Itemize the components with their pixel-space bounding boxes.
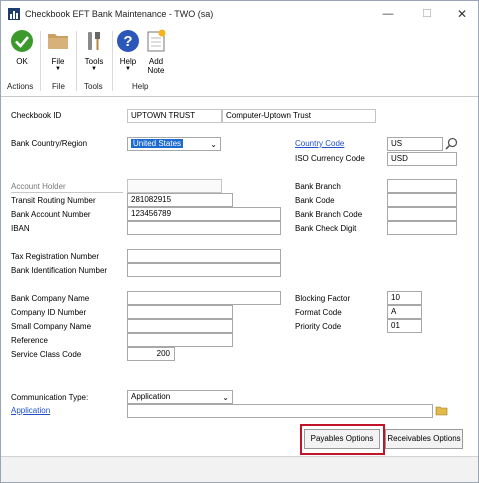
reference-field[interactable] [127,333,233,347]
bank-company-name-field[interactable] [127,291,281,305]
ribbon-toolbar: OK File ▼ Tools ▼ ? Help ▼ Add Note Acti… [1,27,478,97]
folder-browse-icon[interactable] [435,404,448,417]
small-company-name-label: Small Company Name [11,322,92,331]
priority-code-label: Priority Code [295,322,342,331]
tools-icon [88,32,100,50]
svg-text:?: ? [123,33,132,50]
tools-button[interactable]: Tools ▼ [79,29,109,73]
application-field[interactable] [127,404,433,418]
bank-account-label: Bank Account Number [11,210,91,219]
communication-type-select[interactable]: Application ⌄ [127,390,233,404]
help-button[interactable]: ? Help ▼ [114,29,142,73]
company-id-field[interactable] [127,305,233,319]
minimize-button[interactable]: — [373,5,403,23]
help-label: Help [119,57,137,66]
bank-country-value: United States [131,139,184,148]
close-button[interactable]: ✕ [447,5,477,23]
group-label-tools: Tools [84,82,103,91]
communication-type-label: Communication Type: [11,393,89,402]
note-icon [147,29,166,52]
transit-routing-field[interactable]: 281082915 [127,193,233,207]
bank-check-digit-field[interactable] [387,221,457,235]
group-label-actions: Actions [7,82,34,91]
priority-code-field[interactable]: 01 [387,319,422,333]
company-id-label: Company ID Number [11,308,87,317]
file-label: File [51,57,65,66]
bank-branch-code-label: Bank Branch Code [295,210,363,219]
checkmark-icon [11,30,33,52]
window-title: Checkbook EFT Bank Maintenance - TWO (sa… [25,9,214,19]
country-code-link[interactable]: Country Code [295,139,344,149]
application-link[interactable]: Application [11,406,50,416]
country-code-field[interactable]: US [387,137,443,151]
service-class-code-field[interactable]: 200 [127,347,175,361]
format-code-label: Format Code [295,308,342,317]
ribbon-separator [112,31,113,91]
file-button[interactable]: File ▼ [43,29,73,73]
folder-icon [48,34,68,49]
ok-label: OK [16,57,28,66]
eft-bank-maintenance-window: Checkbook EFT Bank Maintenance - TWO (sa… [0,0,479,483]
service-class-code-label: Service Class Code [11,350,82,359]
tax-registration-label: Tax Registration Number [11,252,100,261]
app-chart-icon [8,8,20,20]
receivables-options-button[interactable]: Receivables Options [385,429,463,449]
bank-country-label: Bank Country/Region [11,139,88,148]
checkbook-id-field[interactable]: UPTOWN TRUST [127,109,222,123]
ribbon-separator [76,31,77,91]
lookup-magnifier-icon[interactable] [445,137,458,150]
communication-type-value: Application [131,392,171,401]
format-code-field[interactable]: A [387,305,422,319]
chevron-down-icon: ⌄ [222,393,229,402]
reference-label: Reference [11,336,48,345]
bank-company-name-label: Bank Company Name [11,294,90,303]
bank-check-digit-label: Bank Check Digit [295,224,357,233]
checkbook-id-label: Checkbook ID [11,111,62,120]
iso-currency-field[interactable]: USD [387,152,457,166]
bank-code-field[interactable] [387,193,457,207]
form-body: Checkbook ID UPTOWN TRUST Computer-Uptow… [1,98,478,455]
tools-caret-icon: ▼ [91,66,97,72]
chevron-down-icon: ⌄ [210,140,217,149]
status-bar [1,456,478,482]
group-label-help: Help [132,82,149,91]
help-caret-icon: ▼ [125,66,131,72]
ribbon-separator [40,31,41,91]
ok-button[interactable]: OK [7,29,37,66]
bank-identification-label: Bank Identification Number [11,266,108,275]
tools-label: Tools [84,57,104,66]
small-company-name-field[interactable] [127,319,233,333]
blocking-factor-field[interactable]: 10 [387,291,422,305]
bank-branch-code-field[interactable] [387,207,457,221]
group-label-file: File [52,82,65,91]
help-icon: ? [117,30,139,52]
bank-identification-field[interactable] [127,263,281,277]
account-holder-label: Account Holder [11,182,66,191]
maximize-button[interactable]: ☐ [412,5,442,23]
bank-account-field[interactable]: 123456789 [127,207,281,221]
highlight-box [300,424,385,455]
file-caret-icon: ▼ [55,66,61,72]
transit-routing-label: Transit Routing Number [11,196,96,205]
add-label: Add [148,57,164,66]
iban-label: IBAN [11,224,30,233]
tax-registration-field[interactable] [127,249,281,263]
checkbook-description-field: Computer-Uptown Trust [222,109,376,123]
bank-country-select[interactable]: United States ⌄ [127,137,221,151]
iban-field[interactable] [127,221,281,235]
bank-branch-label: Bank Branch [295,182,341,191]
bank-code-label: Bank Code [295,196,335,205]
blocking-factor-label: Blocking Factor [295,294,351,303]
note-label: Note [147,66,165,75]
iso-currency-label: ISO Currency Code [295,154,365,163]
add-note-button[interactable]: Add Note [142,29,170,75]
title-bar: Checkbook EFT Bank Maintenance - TWO (sa… [1,1,478,27]
account-holder-field [127,179,222,193]
bank-branch-field[interactable] [387,179,457,193]
divider [11,192,123,193]
